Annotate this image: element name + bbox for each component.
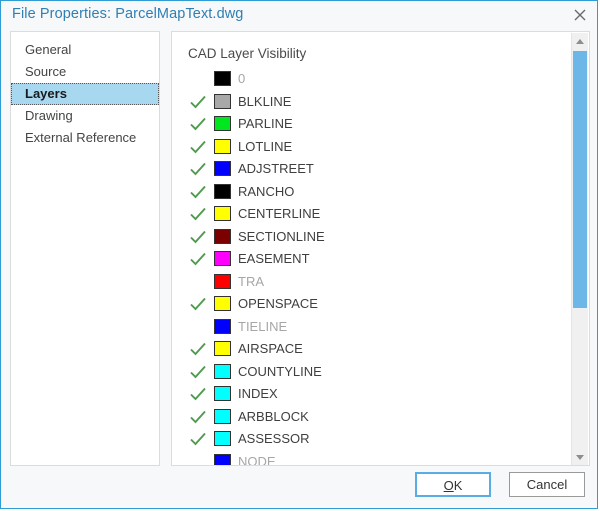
check-icon[interactable] [190, 387, 206, 401]
layer-row[interactable]: COUNTYLINE [172, 361, 572, 384]
layer-row[interactable]: LOTLINE [172, 136, 572, 159]
check-icon[interactable] [190, 432, 206, 446]
layer-row[interactable]: TIELINE [172, 316, 572, 339]
ok-mnemonic: O [443, 478, 454, 493]
sidebar-item-drawing[interactable]: Drawing [11, 105, 159, 127]
layer-row[interactable]: INDEX [172, 383, 572, 406]
scrollbar-thumb[interactable] [573, 51, 587, 308]
layer-name-label: RANCHO [238, 183, 295, 199]
check-icon[interactable] [190, 365, 206, 379]
sidebar-item-external-reference[interactable]: External Reference [11, 127, 159, 149]
layer-name-label: ARBBLOCK [238, 408, 309, 424]
layer-color-swatch [214, 161, 231, 176]
check-icon[interactable] [190, 342, 206, 356]
scroll-up-button[interactable] [572, 33, 588, 50]
check-icon[interactable] [190, 252, 206, 266]
layer-color-swatch [214, 138, 231, 154]
layer-color-swatch [214, 273, 231, 289]
layer-row[interactable]: CENTERLINE [172, 203, 572, 226]
layer-row[interactable]: ARBBLOCK [172, 406, 572, 429]
check-icon[interactable] [190, 117, 206, 131]
layer-name-label: LOTLINE [238, 138, 293, 154]
check-icon[interactable] [190, 185, 206, 199]
close-icon [574, 9, 586, 21]
layer-row[interactable]: ADJSTREET [172, 158, 572, 181]
layer-list-scrollbar[interactable] [571, 33, 588, 465]
layer-name-label: OPENSPACE [238, 296, 318, 311]
layer-row[interactable]: ASSESSOR [172, 428, 572, 451]
layer-row[interactable]: OPENSPACE [172, 293, 572, 316]
layer-name-label: CENTERLINE [238, 206, 321, 221]
layer-color-swatch [214, 183, 231, 199]
category-list: General Source Layers Drawing External Refer… [11, 32, 159, 149]
layer-row[interactable]: SECTIONLINE [172, 226, 572, 249]
layer-color-swatch [214, 93, 231, 109]
layer-color-swatch [214, 296, 231, 311]
chevron-up-icon [576, 39, 584, 44]
check-icon[interactable] [190, 140, 206, 154]
layer-row[interactable]: EASEMENT [172, 248, 572, 271]
sidebar-item-source[interactable]: Source [11, 61, 159, 83]
layer-row[interactable]: NODE [172, 451, 572, 465]
layer-name-label: TRA [238, 273, 264, 289]
close-button[interactable] [561, 1, 597, 28]
check-icon[interactable] [190, 230, 206, 244]
layer-row[interactable]: AIRSPACE [172, 338, 572, 361]
layer-row[interactable]: RANCHO [172, 181, 572, 204]
layer-color-swatch [214, 408, 231, 424]
layer-name-label: ADJSTREET [238, 161, 314, 176]
layer-row[interactable]: PARLINE [172, 113, 572, 136]
layer-name-label: AIRSPACE [238, 341, 303, 356]
category-nav-panel: General Source Layers Drawing External Refer… [10, 31, 160, 466]
layer-color-swatch [214, 251, 231, 266]
file-properties-dialog: File Properties: ParcelMapText.dwg Gener… [0, 0, 598, 509]
check-icon[interactable] [190, 207, 206, 221]
layer-name-label: 0 [238, 71, 246, 86]
layer-name-label: PARLINE [238, 116, 293, 131]
layer-color-swatch [214, 228, 231, 244]
chevron-down-icon [576, 455, 584, 460]
cancel-button[interactable]: Cancel [509, 472, 585, 497]
layer-name-label: INDEX [238, 386, 278, 401]
ok-label-suffix: K [453, 478, 463, 493]
layer-color-swatch [214, 341, 231, 356]
layer-row[interactable]: BLKLINE [172, 91, 572, 114]
sidebar-item-layers[interactable]: Layers [11, 83, 159, 105]
layer-name-label: TIELINE [238, 318, 288, 334]
layer-row[interactable]: 0 [172, 68, 572, 91]
dialog-titlebar: File Properties: ParcelMapText.dwg [1, 1, 597, 29]
layer-name-label: SECTIONLINE [238, 228, 325, 244]
layer-color-swatch [214, 71, 231, 86]
sidebar-item-general[interactable]: General [11, 39, 159, 61]
layer-color-swatch [214, 386, 231, 401]
check-icon[interactable] [190, 410, 206, 424]
cad-layer-visibility-panel: CAD Layer Visibility 0 BLKLINE PARLINE LOTL… [171, 31, 590, 466]
layer-name-label: BLKLINE [238, 93, 292, 109]
layer-color-swatch [214, 318, 231, 334]
layer-name-label: EASEMENT [238, 251, 310, 266]
layer-name-label: ASSESSOR [238, 431, 310, 446]
layer-row[interactable]: TRA [172, 271, 572, 294]
check-icon[interactable] [190, 95, 206, 109]
dialog-title: File Properties: ParcelMapText.dwg [12, 6, 244, 22]
layer-color-swatch [214, 116, 231, 131]
ok-button[interactable]: OK [415, 472, 491, 497]
layer-color-swatch [214, 431, 231, 446]
layer-name-label: COUNTYLINE [238, 363, 322, 379]
layer-color-swatch [214, 206, 231, 221]
check-icon[interactable] [190, 297, 206, 311]
dialog-footer: OK Cancel [1, 464, 597, 508]
layer-color-swatch [214, 363, 231, 379]
layer-list: 0 BLKLINE PARLINE LOTLINE ADJSTREET RANCHO CEN… [172, 68, 572, 465]
check-icon[interactable] [190, 162, 206, 176]
panel-heading: CAD Layer Visibility [188, 46, 307, 61]
